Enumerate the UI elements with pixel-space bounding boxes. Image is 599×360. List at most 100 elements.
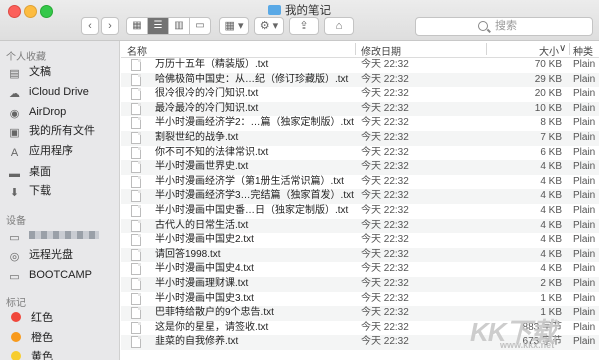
sidebar-item-device[interactable]: ▭ BOOTCAMP <box>8 266 92 284</box>
file-row[interactable]: 半小时漫画经济学（第1册生活常识篇）.txt 今天 22:32 4 KB Plain <box>121 175 599 190</box>
file-name: 请回答1998.txt <box>155 248 221 260</box>
favorites-section-label: 个人收藏 <box>6 52 46 63</box>
sidebar-item-favorite[interactable]: ☁ iCloud Drive <box>8 83 89 101</box>
file-name: 半小时漫画经济学3…完结篇（独家首发）.txt <box>155 190 354 202</box>
downloads-icon: ⬇ <box>9 187 20 199</box>
sidebar-item-label: 橙色 <box>31 332 53 344</box>
file-name: 古代人的日常生活.txt <box>155 219 249 231</box>
text-file-icon <box>131 175 141 188</box>
text-file-icon <box>131 307 141 320</box>
gallery-view-button[interactable]: ▭ <box>190 18 210 34</box>
text-file-icon <box>131 234 141 247</box>
file-date: 今天 22:32 <box>361 88 409 100</box>
sidebar-item-favorite[interactable]: ▬ 桌面 <box>8 163 51 181</box>
file-row[interactable]: 哈佛极简中国史：从…纪（修订珍藏版）.txt 今天 22:32 29 KB Plain <box>121 72 599 88</box>
file-row[interactable]: 半小时漫画中国史2.txt 今天 22:32 4 KB Plain <box>121 233 599 248</box>
file-row[interactable]: 半小时漫画理财课.txt 今天 22:32 2 KB Plain <box>121 277 599 292</box>
tag-color-icon <box>11 332 21 342</box>
file-row[interactable]: 半小时漫画中国史3.txt 今天 22:32 1 KB Plain <box>121 292 599 307</box>
file-name: 半小时漫画中国史4.txt <box>155 263 254 275</box>
forward-button[interactable]: › <box>101 17 119 35</box>
share-icon: ⇪ <box>299 20 309 32</box>
text-file-icon <box>131 146 141 159</box>
text-file-icon <box>131 88 141 101</box>
sidebar-item-favorite[interactable]: ▤ 文稿 <box>8 63 51 81</box>
file-kind: Plain <box>573 248 596 260</box>
share-button[interactable]: ⇪ <box>289 17 319 35</box>
action-button[interactable]: ⚙ ▾ <box>254 17 284 35</box>
file-name: 这是你的星星，请签收.txt <box>155 321 269 333</box>
sidebar-item-label: 下载 <box>29 185 51 197</box>
sidebar-item-favorite[interactable]: A 应用程序 <box>8 142 73 160</box>
kind-column-header[interactable]: 种类 <box>573 43 593 58</box>
sidebar-item-label: AirDrop <box>29 106 67 118</box>
sidebar-item-tag[interactable]: 黄色 <box>8 348 53 360</box>
file-row[interactable]: 半小时漫画中国史4.txt 今天 22:32 4 KB Plain <box>121 262 599 277</box>
file-date: 今天 22:32 <box>361 102 409 114</box>
file-row[interactable]: 万历十五年（精装版）.txt 今天 22:32 70 KB Plain <box>121 58 599 73</box>
sidebar-item-tag[interactable]: 橙色 <box>8 329 53 347</box>
tag-icon: ⌂ <box>335 20 343 32</box>
sidebar-item-tag[interactable]: 红色 <box>8 309 53 327</box>
sidebar-item-device[interactable]: ▭ <box>8 227 99 245</box>
group-by-button[interactable]: ▦ ▾ <box>219 17 249 35</box>
file-kind: Plain <box>573 292 596 304</box>
file-date: 今天 22:32 <box>361 292 409 304</box>
date-column-header[interactable]: 修改日期 <box>361 43 401 58</box>
text-file-icon <box>131 278 141 290</box>
file-name: 半小时漫画世界史.txt <box>155 161 249 173</box>
text-file-icon <box>131 102 141 115</box>
file-date: 今天 22:32 <box>361 146 409 158</box>
sidebar-item-label: 我的所有文件 <box>29 125 95 137</box>
file-date: 今天 22:32 <box>361 205 409 216</box>
size-column-header[interactable]: 大小 <box>539 43 559 58</box>
back-button[interactable]: ‹ <box>81 17 99 35</box>
file-row[interactable]: 半小时漫画世界史.txt 今天 22:32 4 KB Plain <box>121 160 599 175</box>
sidebar-item-device[interactable]: ◎ 远程光盘 <box>8 246 73 264</box>
file-row[interactable]: 请回答1998.txt 今天 22:32 4 KB Plain <box>121 247 599 263</box>
column-view-button[interactable]: ▥ <box>169 18 190 34</box>
sidebar-item-favorite[interactable]: ◉ AirDrop <box>8 103 67 121</box>
view-mode-segmented[interactable]: ▦ ☰ ▥ ▭ <box>126 17 211 35</box>
column-header: 名称 修改日期 大小 ∨ 种类 <box>121 41 599 58</box>
text-file-icon <box>131 190 141 203</box>
file-row[interactable]: 半小时漫画中国史番…日（独家定制版）.txt 今天 22:32 4 KB Plain <box>121 204 599 219</box>
file-row[interactable]: 古代人的日常生活.txt 今天 22:32 4 KB Plain <box>121 218 599 234</box>
drive-icon: ▭ <box>9 271 20 283</box>
file-kind: Plain <box>573 102 596 114</box>
file-kind: Plain <box>573 132 596 143</box>
text-file-icon <box>131 321 141 334</box>
text-file-icon <box>131 336 141 349</box>
sort-arrow-icon: ∨ <box>559 43 567 54</box>
file-size: 10 KB <box>534 102 562 114</box>
file-size: 4 KB <box>540 248 562 260</box>
sidebar-item-favorite[interactable]: ▣ 我的所有文件 <box>8 122 95 140</box>
file-date: 今天 22:32 <box>361 321 409 333</box>
file-size: 6 KB <box>540 146 562 158</box>
sidebar: 个人收藏 ▤ 文稿 ☁ iCloud Drive ◉ AirDrop ▣ 我的所有文件 A 应用程… <box>0 41 120 360</box>
file-size: 4 KB <box>540 219 562 231</box>
sidebar-item-favorite[interactable]: ⬇ 下载 <box>8 182 51 200</box>
file-row[interactable]: 割裂世纪的战争.txt 今天 22:32 7 KB Plain <box>121 131 599 146</box>
file-row[interactable]: 最冷最冷的冷门知识.txt 今天 22:32 10 KB Plain <box>121 101 599 117</box>
file-date: 今天 22:32 <box>361 307 409 319</box>
search-field[interactable]: 搜索 <box>415 17 593 36</box>
file-kind: Plain <box>573 146 596 158</box>
file-row[interactable]: 半小时漫画经济学3…完结篇（独家首发）.txt 今天 22:32 4 KB Plain <box>121 189 599 204</box>
file-row[interactable]: 你不可不知的法律常识.txt 今天 22:32 6 KB Plain <box>121 146 599 161</box>
search-icon <box>478 21 488 31</box>
file-name: 最冷最冷的冷门知识.txt <box>155 102 259 114</box>
file-size: 8 KB <box>540 117 562 129</box>
sidebar-item-label: 桌面 <box>29 166 51 178</box>
file-row[interactable]: 半小时漫画经济学2：…篇（独家定制版）.txt 今天 22:32 8 KB Plain <box>121 116 599 131</box>
file-date: 今天 22:32 <box>361 132 409 143</box>
list-view-button[interactable]: ☰ <box>148 18 169 34</box>
icon-view-button[interactable]: ▦ <box>127 18 148 34</box>
file-name: 韭菜的自我修养.txt <box>155 336 239 348</box>
file-date: 今天 22:32 <box>361 219 409 231</box>
sidebar-item-label: BOOTCAMP <box>29 269 92 281</box>
file-name: 很冷很冷的冷门知识.txt <box>155 88 259 100</box>
tag-button[interactable]: ⌂ <box>324 17 354 35</box>
file-row[interactable]: 很冷很冷的冷门知识.txt 今天 22:32 20 KB Plain <box>121 87 599 102</box>
name-column-header[interactable]: 名称 <box>127 43 147 58</box>
